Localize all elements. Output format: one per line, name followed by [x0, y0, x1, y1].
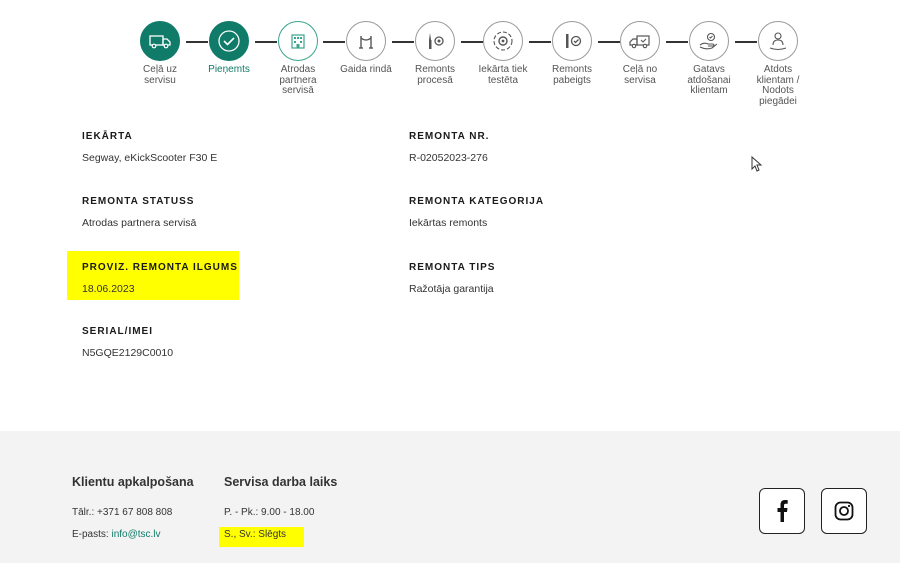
tools-check-icon — [552, 21, 592, 61]
queue-barrier-icon — [346, 21, 386, 61]
email-line: E-pasts: info@tsc.lv — [72, 529, 161, 540]
instagram-button[interactable] — [821, 488, 867, 534]
email-link[interactable]: info@tsc.lv — [111, 529, 160, 540]
repair-number-label: REMONTA NR. — [409, 131, 490, 142]
mouse-cursor-icon — [751, 156, 763, 172]
serial-value: N5GQE2129C0010 — [82, 347, 174, 359]
step-device-testing: Iekārta tiek testēta — [473, 21, 533, 86]
step-waiting-in-queue: Gaida rindā — [336, 21, 396, 76]
instagram-icon — [834, 501, 854, 521]
repair-number-value: R-02052023-276 — [409, 152, 488, 164]
support-title: Klientu apkalpošana — [72, 475, 194, 489]
truck-return-icon — [620, 21, 660, 61]
step-accepted: Pieņemts — [199, 21, 259, 76]
facebook-button[interactable] — [759, 488, 805, 534]
step-at-partner-service: Atrodas partnera servisā — [268, 21, 328, 97]
step-label: Ceļā uz servisu — [143, 64, 177, 86]
step-ready-for-customer: Gatavs atdošanai klientam — [679, 21, 739, 97]
repair-type-value: Ražotāja garantija — [409, 283, 494, 295]
repair-number-field: REMONTA NR. R-02052023-276 — [409, 131, 709, 164]
facebook-icon — [777, 500, 788, 522]
device-field: IEKĀRTA Segway, eKickScooter F30 E — [82, 131, 382, 164]
step-label: Ceļā no servisa — [622, 64, 658, 86]
email-prefix: E-pasts: — [72, 529, 112, 540]
hand-check-icon — [689, 21, 729, 61]
step-label: Atdots klientam / Nodots piegādei — [756, 64, 800, 107]
person-hand-icon — [758, 21, 798, 61]
device-value: Segway, eKickScooter F30 E — [82, 152, 218, 164]
step-delivered: Atdots klientam / Nodots piegādei — [748, 21, 808, 107]
phone-text: Tālr.: +371 67 808 808 — [72, 507, 173, 518]
gear-cycle-icon — [483, 21, 523, 61]
duration-field: PROVIZ. REMONTA ILGUMS 18.06.2023 — [82, 262, 382, 295]
status-value: Atrodas partnera servisā — [82, 217, 197, 229]
repair-type-field: REMONTA TIPS Ražotāja garantija — [409, 262, 709, 295]
serial-field: SERIAL/IMEI N5GQE2129C0010 — [82, 326, 382, 359]
check-icon — [209, 21, 249, 61]
step-label: Remonts procesā — [414, 64, 455, 86]
weekend-hours: S., Sv.: Slēgts — [224, 529, 287, 540]
status-label: REMONTA STATUSS — [82, 196, 195, 207]
step-repair-finished: Remonts pabeigts — [542, 21, 602, 86]
step-label: Pieņemts — [208, 64, 250, 75]
step-label: Gaida rindā — [340, 64, 392, 75]
step-label: Atrodas partnera servisā — [279, 64, 317, 96]
van-icon — [140, 21, 180, 61]
status-field: REMONTA STATUSS Atrodas partnera servisā — [82, 196, 382, 229]
step-label: Gatavs atdošanai klientam — [687, 64, 731, 96]
repair-progress-steps: Ceļā uz servisu Pieņemts Atrodas partner… — [0, 21, 900, 121]
hours-title: Servisa darba laiks — [224, 475, 338, 489]
weekday-hours: P. - Pk.: 9.00 - 18.00 — [224, 507, 315, 518]
step-label: Iekārta tiek testēta — [478, 64, 528, 86]
category-field: REMONTA KATEGORIJA Iekārtas remonts — [409, 196, 709, 229]
serial-label: SERIAL/IMEI — [82, 326, 154, 337]
category-value: Iekārtas remonts — [409, 217, 488, 229]
step-on-way-from-service: Ceļā no servisa — [610, 21, 670, 86]
step-on-way-to-service: Ceļā uz servisu — [130, 21, 190, 86]
duration-value: 18.06.2023 — [82, 283, 135, 295]
repair-type-label: REMONTA TIPS — [409, 262, 496, 273]
building-icon — [278, 21, 318, 61]
step-repair-in-progress: Remonts procesā — [405, 21, 465, 86]
duration-label: PROVIZ. REMONTA ILGUMS — [82, 262, 238, 273]
footer: Klientu apkalpošana Tālr.: +371 67 808 8… — [0, 431, 900, 563]
step-label: Remonts pabeigts — [551, 64, 592, 86]
tools-icon — [415, 21, 455, 61]
category-label: REMONTA KATEGORIJA — [409, 196, 545, 207]
device-label: IEKĀRTA — [82, 131, 133, 142]
